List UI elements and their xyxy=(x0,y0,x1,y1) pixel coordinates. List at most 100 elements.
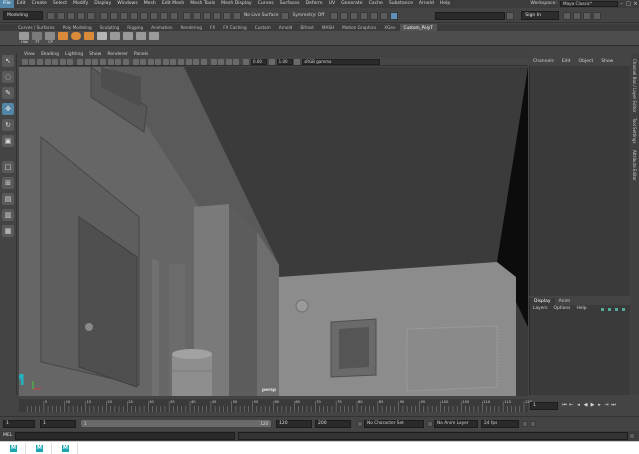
panel-menu-lighting[interactable]: Lighting xyxy=(62,51,86,58)
lasso-tool-icon[interactable]: ◌ xyxy=(2,71,14,83)
xray-icon[interactable] xyxy=(218,58,225,65)
panel-menu-panels[interactable]: Panels xyxy=(131,51,151,58)
grid-icon[interactable] xyxy=(77,58,84,65)
move-layer-down-icon[interactable] xyxy=(620,306,626,312)
select-object-icon[interactable] xyxy=(110,11,118,20)
menu-modify[interactable]: Modify xyxy=(70,0,91,8)
shelf-tab-poly-modeling[interactable]: Poly Modeling xyxy=(59,24,96,31)
menu-curves[interactable]: Curves xyxy=(255,0,277,8)
shelf-tab-bifrost[interactable]: Bifrost xyxy=(296,24,318,31)
shelf-item-extrude[interactable] xyxy=(110,31,121,45)
step-back-frame-icon[interactable]: ◂ xyxy=(575,402,582,409)
film-gate-icon[interactable] xyxy=(84,58,91,65)
undo-icon[interactable] xyxy=(77,11,85,20)
mask-4-icon[interactable] xyxy=(160,11,168,20)
tab-anim[interactable]: Anim xyxy=(555,298,575,305)
anim-start-field[interactable]: 1 xyxy=(40,419,76,428)
step-forward-key-icon[interactable]: ⇥ xyxy=(603,402,610,409)
menu-deform[interactable]: Deform xyxy=(303,0,326,8)
field-chart-icon[interactable] xyxy=(107,58,114,65)
search-input[interactable] xyxy=(435,11,506,20)
open-scene-icon[interactable] xyxy=(57,11,65,20)
graph-layout-icon[interactable]: ▦ xyxy=(2,225,14,237)
panel-menu-shading[interactable]: Shading xyxy=(38,51,62,58)
anim-layer-icon[interactable] xyxy=(427,420,433,427)
camera-attrs-icon[interactable] xyxy=(36,58,43,65)
panel-menu-view[interactable]: View xyxy=(21,51,38,58)
redo-icon[interactable] xyxy=(87,11,95,20)
xray-joints-icon[interactable] xyxy=(225,58,232,65)
menu-arnold[interactable]: Arnold xyxy=(416,0,437,8)
taskbar-maya-2[interactable]: M xyxy=(28,442,52,454)
xray-components-icon[interactable] xyxy=(233,58,240,65)
shelf-tab-arnold[interactable]: Arnold xyxy=(275,24,297,31)
shelf-tab-motion-graphics[interactable]: Motion Graphics xyxy=(338,24,380,31)
channel-menu-object[interactable]: Object xyxy=(575,58,598,66)
shelf-item-multicut[interactable] xyxy=(149,31,160,45)
maximize-icon[interactable]: □ xyxy=(625,1,632,8)
taskbar-maya-3[interactable]: M xyxy=(54,442,78,454)
image-plane-icon[interactable] xyxy=(52,58,59,65)
gate-mask-icon[interactable] xyxy=(99,58,106,65)
tab-attribute-editor[interactable]: Attribute Editor xyxy=(632,150,637,181)
menu-select[interactable]: Select xyxy=(50,0,70,8)
search-icon[interactable] xyxy=(506,11,515,20)
safe-title-icon[interactable] xyxy=(122,58,129,65)
select-hierarchy-icon[interactable] xyxy=(100,11,108,20)
arnold-render-icon[interactable] xyxy=(390,11,399,20)
mask-2-icon[interactable] xyxy=(140,11,148,20)
menu-help[interactable]: Help xyxy=(437,0,453,8)
menu-substance[interactable]: Substance xyxy=(386,0,416,8)
channel-box-icon[interactable] xyxy=(593,11,602,20)
menu-create[interactable]: Create xyxy=(29,0,50,8)
move-tool-icon[interactable]: ✥ xyxy=(2,103,14,115)
menu-windows[interactable]: Windows xyxy=(114,0,141,8)
options-menu[interactable]: Options xyxy=(551,305,574,313)
menu-mesh-display[interactable]: Mesh Display xyxy=(218,0,255,8)
paint-select-icon[interactable]: ✎ xyxy=(2,87,14,99)
channel-menu-channels[interactable]: Channels xyxy=(529,58,558,66)
outliner-layout-icon[interactable]: ▤ xyxy=(2,193,14,205)
fps-select[interactable]: 24 fps xyxy=(481,419,519,428)
taskbar-maya-1[interactable]: M xyxy=(2,442,26,454)
tab-channel-box[interactable]: Channel Box / Layer Editor xyxy=(632,59,637,112)
current-frame-field[interactable]: 1 xyxy=(530,402,558,410)
panel-menu-renderer[interactable]: Renderer xyxy=(104,51,131,58)
shelf-item-cylinder[interactable] xyxy=(84,31,95,45)
workspace-select[interactable]: Maya Classic* xyxy=(560,1,618,7)
close-icon[interactable]: × xyxy=(632,1,639,8)
menu-cache[interactable]: Cache xyxy=(366,0,386,8)
step-back-key-icon[interactable]: ⇤ xyxy=(568,402,575,409)
character-set-select[interactable]: No Character Set xyxy=(364,419,424,428)
move-layer-up-icon[interactable] xyxy=(613,306,619,312)
safe-action-icon[interactable] xyxy=(115,58,122,65)
start-frame-field[interactable]: 1 xyxy=(3,419,35,428)
anim-layer-select[interactable]: No Anim Layer xyxy=(434,419,478,428)
range-slider-bar[interactable]: 1 120 xyxy=(81,420,271,427)
color-management-icon[interactable] xyxy=(294,58,301,65)
menu-file[interactable]: File xyxy=(0,0,14,8)
bookmark-icon[interactable] xyxy=(44,58,51,65)
camera-select-icon[interactable] xyxy=(21,58,28,65)
menu-edit[interactable]: Edit xyxy=(14,0,29,8)
tool-settings-icon[interactable] xyxy=(583,11,592,20)
script-editor-icon[interactable] xyxy=(629,433,636,439)
shelf-item-cube[interactable] xyxy=(58,31,69,45)
go-to-end-icon[interactable]: ⏭ xyxy=(610,402,617,409)
command-input[interactable] xyxy=(15,432,236,440)
render-settings-icon[interactable] xyxy=(360,11,369,20)
layers-menu[interactable]: Layers xyxy=(530,305,551,313)
play-forwards-icon[interactable]: ▶ xyxy=(589,402,596,409)
ipr-render-icon[interactable] xyxy=(350,11,359,20)
isolate-select-icon[interactable] xyxy=(210,58,217,65)
shelf-tab-curves-surfaces[interactable]: Curves / Surfaces xyxy=(14,24,59,31)
gamma-field[interactable]: 1.00 xyxy=(276,58,293,65)
menu-mesh[interactable]: Mesh xyxy=(141,0,159,8)
new-scene-icon[interactable] xyxy=(47,11,55,20)
use-lights-icon[interactable] xyxy=(162,58,169,65)
panel-menu-show[interactable]: Show xyxy=(86,51,104,58)
step-forward-frame-icon[interactable]: ▸ xyxy=(596,402,603,409)
four-view-layout-icon[interactable]: ⊞ xyxy=(2,177,14,189)
shelf-item-sphere[interactable] xyxy=(71,31,82,45)
mask-5-icon[interactable] xyxy=(170,11,178,20)
